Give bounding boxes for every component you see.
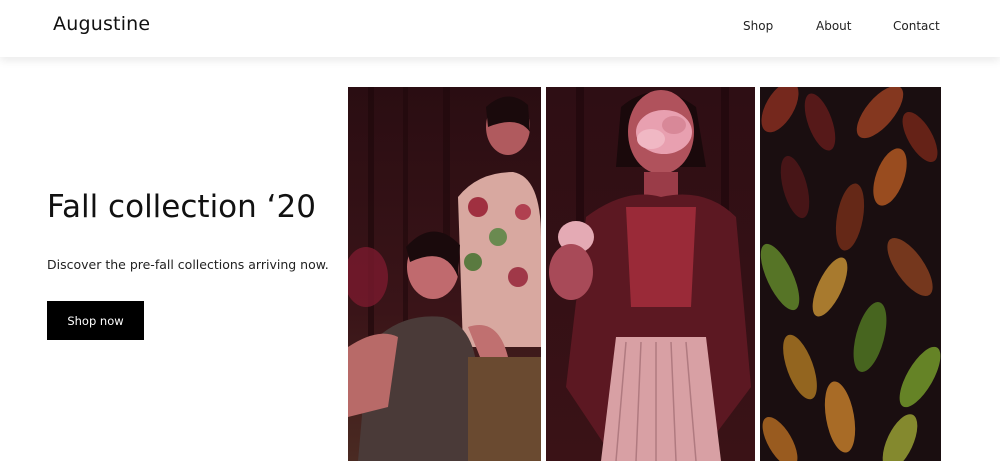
nav-link-about[interactable]: About bbox=[816, 19, 851, 33]
shop-now-button[interactable]: Shop now bbox=[47, 301, 144, 340]
site-header: Augustine Shop About Contact bbox=[0, 0, 1000, 57]
hero-headline: Fall collection ‘20 bbox=[47, 189, 316, 225]
hero-subtitle: Discover the pre-fall collections arrivi… bbox=[47, 257, 329, 272]
woman-with-flower-photo bbox=[546, 87, 755, 461]
nav-link-contact[interactable]: Contact bbox=[893, 19, 940, 33]
two-women-portrait-photo bbox=[348, 87, 541, 461]
nav-link-shop[interactable]: Shop bbox=[743, 19, 773, 33]
croton-plants-photo bbox=[760, 87, 941, 461]
brand-logo[interactable]: Augustine bbox=[53, 13, 150, 35]
